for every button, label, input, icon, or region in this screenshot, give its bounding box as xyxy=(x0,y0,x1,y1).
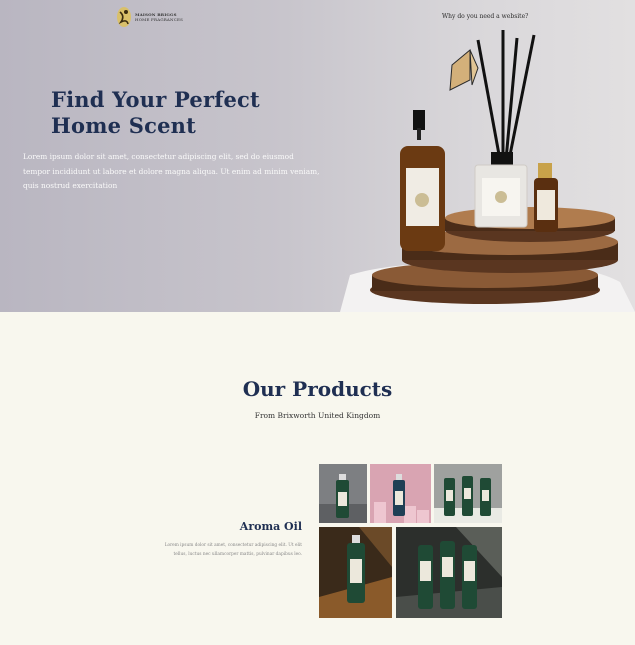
reed-diffuser xyxy=(474,30,536,228)
product-description: Lorem ipsum dolor sit amet, consectetur … xyxy=(164,543,302,557)
spray-bottle xyxy=(400,110,445,251)
bottle-photo-5 xyxy=(396,527,502,618)
products-subtitle: From Brixworth United Kingdom xyxy=(254,411,381,420)
hero-product-image xyxy=(340,30,635,312)
logo-line2: HOME FRAGRANCES xyxy=(135,17,184,22)
gallery-image-5[interactable] xyxy=(396,527,502,618)
logo-text: MAISON BRIGGS HOME FRAGRANCES xyxy=(135,12,183,22)
bottle-photo-3 xyxy=(434,476,502,523)
gallery-image-4[interactable] xyxy=(319,527,392,618)
butterfly-icon xyxy=(449,48,479,91)
hero-title-line1: Find Your Perfect xyxy=(51,87,260,112)
hero-description: Lorem ipsum dolor sit amet, consectetur … xyxy=(23,152,320,190)
hero-section: MAISON BRIGGS HOME FRAGRANCES Why do you… xyxy=(0,0,635,312)
bottle-photo-2 xyxy=(374,474,429,523)
dropper-bottle xyxy=(534,163,558,232)
hero-title: Find Your Perfect Home Scent xyxy=(51,87,311,139)
site-logo[interactable]: MAISON BRIGGS HOME FRAGRANCES xyxy=(116,6,183,28)
products-title: Our Products xyxy=(242,377,393,401)
bottle-photo-1 xyxy=(319,474,367,523)
nav-link-why-website[interactable]: Why do you need a website? xyxy=(442,13,528,20)
logo-icon xyxy=(117,7,131,27)
hero-title-line2: Home Scent xyxy=(51,113,197,138)
gallery-image-3[interactable] xyxy=(434,464,502,523)
gallery-image-1[interactable] xyxy=(319,464,367,523)
product-name: Aroma Oil xyxy=(239,520,302,533)
bottle-photo-4 xyxy=(319,527,392,618)
gallery-image-2[interactable] xyxy=(370,464,431,523)
